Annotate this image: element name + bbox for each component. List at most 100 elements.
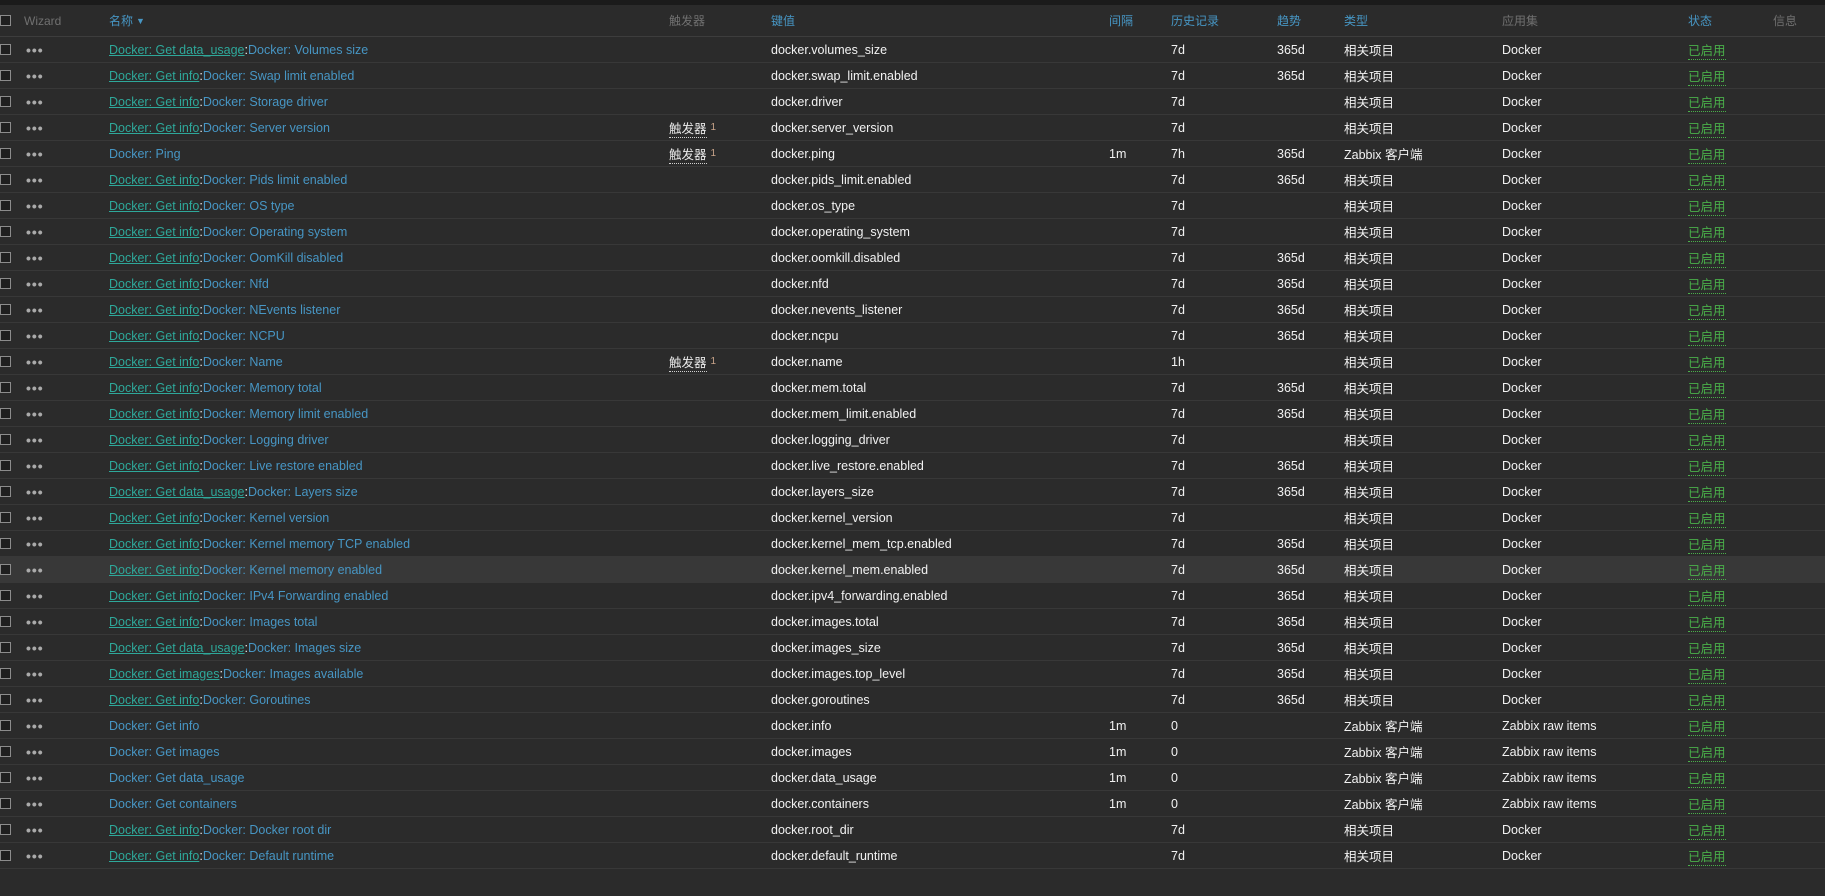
row-checkbox[interactable]: [0, 486, 11, 497]
row-checkbox[interactable]: [0, 174, 11, 185]
row-checkbox[interactable]: [0, 746, 11, 757]
item-name-link[interactable]: Docker: Swap limit enabled: [203, 69, 354, 83]
item-name-link[interactable]: Docker: Volumes size: [248, 43, 368, 57]
more-actions-icon[interactable]: •••: [26, 635, 44, 660]
status-toggle[interactable]: 已启用: [1688, 716, 1726, 736]
item-name-link[interactable]: Docker: OomKill disabled: [203, 251, 343, 265]
status-toggle[interactable]: 已启用: [1688, 196, 1726, 216]
row-checkbox[interactable]: [0, 850, 11, 861]
row-checkbox[interactable]: [0, 798, 11, 809]
master-item-link[interactable]: Docker: Get info: [109, 693, 199, 707]
master-item-link[interactable]: Docker: Get info: [109, 563, 199, 577]
more-actions-icon[interactable]: •••: [26, 63, 44, 88]
more-actions-icon[interactable]: •••: [26, 713, 44, 738]
row-checkbox[interactable]: [0, 564, 11, 575]
more-actions-icon[interactable]: •••: [26, 765, 44, 790]
master-item-link[interactable]: Docker: Get info: [109, 329, 199, 343]
row-checkbox[interactable]: [0, 200, 11, 211]
row-checkbox[interactable]: [0, 616, 11, 627]
triggers-link[interactable]: 触发器: [669, 144, 707, 164]
item-name-link[interactable]: Docker: Storage driver: [203, 95, 328, 109]
header-history[interactable]: 历史记录: [1171, 5, 1219, 36]
master-item-link[interactable]: Docker: Get info: [109, 95, 199, 109]
master-item-link[interactable]: Docker: Get info: [109, 199, 199, 213]
status-toggle[interactable]: 已启用: [1688, 638, 1726, 658]
row-checkbox[interactable]: [0, 148, 11, 159]
header-name[interactable]: 名称 ▼: [109, 5, 145, 36]
status-toggle[interactable]: 已启用: [1688, 40, 1726, 60]
header-trends[interactable]: 趋势: [1277, 5, 1301, 36]
more-actions-icon[interactable]: •••: [26, 531, 44, 556]
master-item-link[interactable]: Docker: Get info: [109, 121, 199, 135]
more-actions-icon[interactable]: •••: [26, 37, 44, 62]
status-toggle[interactable]: 已启用: [1688, 846, 1726, 866]
status-toggle[interactable]: 已启用: [1688, 690, 1726, 710]
master-item-link[interactable]: Docker: Get info: [109, 225, 199, 239]
row-checkbox[interactable]: [0, 460, 11, 471]
status-toggle[interactable]: 已启用: [1688, 404, 1726, 424]
master-item-link[interactable]: Docker: Get info: [109, 433, 199, 447]
item-name-link[interactable]: Docker: Server version: [203, 121, 330, 135]
header-status[interactable]: 状态: [1688, 5, 1712, 36]
master-item-link[interactable]: Docker: Get info: [109, 849, 199, 863]
master-item-link[interactable]: Docker: Get info: [109, 589, 199, 603]
row-checkbox[interactable]: [0, 824, 11, 835]
more-actions-icon[interactable]: •••: [26, 271, 44, 296]
more-actions-icon[interactable]: •••: [26, 843, 44, 868]
row-checkbox[interactable]: [0, 642, 11, 653]
row-checkbox[interactable]: [0, 278, 11, 289]
master-item-link[interactable]: Docker: Get info: [109, 251, 199, 265]
item-name-link[interactable]: Docker: Kernel version: [203, 511, 329, 525]
item-name-link[interactable]: Docker: Kernel memory enabled: [203, 563, 382, 577]
status-toggle[interactable]: 已启用: [1688, 560, 1726, 580]
item-name-link[interactable]: Docker: Operating system: [203, 225, 348, 239]
item-name-link[interactable]: Docker: Get data_usage: [109, 771, 245, 785]
more-actions-icon[interactable]: •••: [26, 505, 44, 530]
more-actions-icon[interactable]: •••: [26, 557, 44, 582]
status-toggle[interactable]: 已启用: [1688, 248, 1726, 268]
item-name-link[interactable]: Docker: Get images: [109, 745, 219, 759]
row-checkbox[interactable]: [0, 96, 11, 107]
status-toggle[interactable]: 已启用: [1688, 534, 1726, 554]
more-actions-icon[interactable]: •••: [26, 245, 44, 270]
master-item-link[interactable]: Docker: Get info: [109, 303, 199, 317]
more-actions-icon[interactable]: •••: [26, 141, 44, 166]
more-actions-icon[interactable]: •••: [26, 739, 44, 764]
status-toggle[interactable]: 已启用: [1688, 352, 1726, 372]
item-name-link[interactable]: Docker: Nfd: [203, 277, 269, 291]
master-item-link[interactable]: Docker: Get info: [109, 173, 199, 187]
row-checkbox[interactable]: [0, 226, 11, 237]
status-toggle[interactable]: 已启用: [1688, 482, 1726, 502]
status-toggle[interactable]: 已启用: [1688, 378, 1726, 398]
item-name-link[interactable]: Docker: Images available: [223, 667, 363, 681]
row-checkbox[interactable]: [0, 434, 11, 445]
master-item-link[interactable]: Docker: Get data_usage: [109, 485, 245, 499]
row-checkbox[interactable]: [0, 590, 11, 601]
status-toggle[interactable]: 已启用: [1688, 612, 1726, 632]
item-name-link[interactable]: Docker: Goroutines: [203, 693, 311, 707]
row-checkbox[interactable]: [0, 538, 11, 549]
header-key[interactable]: 键值: [771, 5, 795, 36]
more-actions-icon[interactable]: •••: [26, 323, 44, 348]
more-actions-icon[interactable]: •••: [26, 349, 44, 374]
row-checkbox[interactable]: [0, 44, 11, 55]
status-toggle[interactable]: 已启用: [1688, 794, 1726, 814]
master-item-link[interactable]: Docker: Get info: [109, 823, 199, 837]
item-name-link[interactable]: Docker: Get info: [109, 719, 199, 733]
master-item-link[interactable]: Docker: Get info: [109, 615, 199, 629]
row-checkbox[interactable]: [0, 772, 11, 783]
master-item-link[interactable]: Docker: Get images: [109, 667, 219, 681]
item-name-link[interactable]: Docker: Memory limit enabled: [203, 407, 368, 421]
master-item-link[interactable]: Docker: Get info: [109, 277, 199, 291]
row-checkbox[interactable]: [0, 252, 11, 263]
item-name-link[interactable]: Docker: NCPU: [203, 329, 285, 343]
status-toggle[interactable]: 已启用: [1688, 300, 1726, 320]
status-toggle[interactable]: 已启用: [1688, 430, 1726, 450]
master-item-link[interactable]: Docker: Get data_usage: [109, 43, 245, 57]
status-toggle[interactable]: 已启用: [1688, 742, 1726, 762]
master-item-link[interactable]: Docker: Get info: [109, 511, 199, 525]
row-checkbox[interactable]: [0, 122, 11, 133]
master-item-link[interactable]: Docker: Get info: [109, 407, 199, 421]
status-toggle[interactable]: 已启用: [1688, 170, 1726, 190]
row-checkbox[interactable]: [0, 330, 11, 341]
